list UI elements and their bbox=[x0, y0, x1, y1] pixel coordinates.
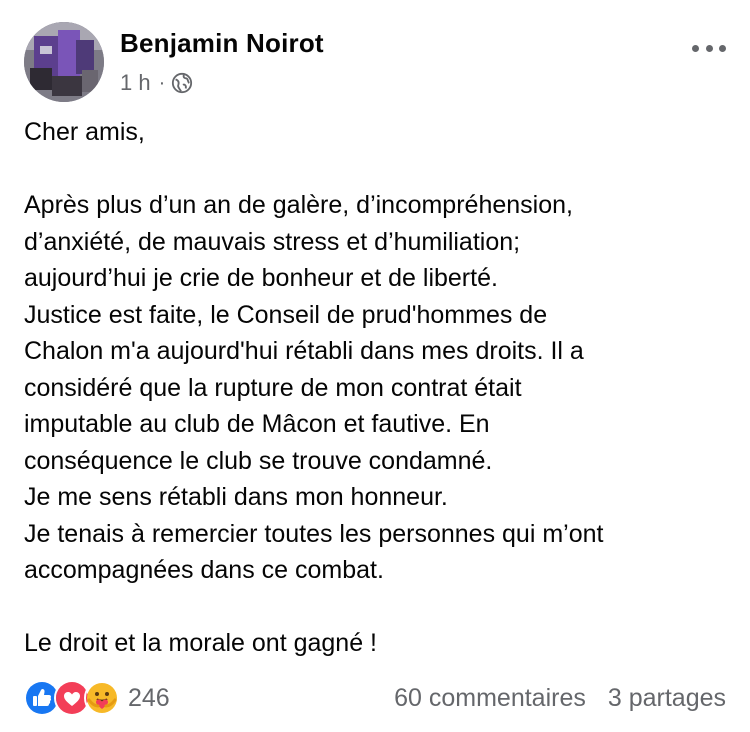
post-text-line: Cher amis, bbox=[24, 118, 145, 146]
post-text-line: Chalon m'a aujourd'hui rétabli dans mes … bbox=[24, 337, 584, 365]
meta-separator: · bbox=[158, 71, 166, 94]
author-name[interactable]: Benjamin Noirot bbox=[120, 28, 324, 59]
post-header: Benjamin Noirot 1 h · bbox=[24, 22, 726, 104]
post-text-line: Justice est faite, le Conseil de prud'ho… bbox=[24, 300, 548, 329]
post-meta: 1 h · bbox=[120, 68, 193, 98]
facebook-post: Benjamin Noirot 1 h · Cher amis, Après pl… bbox=[0, 0, 750, 732]
shares-link[interactable]: 3 partages bbox=[608, 684, 726, 713]
avatar[interactable] bbox=[24, 22, 104, 102]
post-text-line: Le droit et la morale ont gagné ! bbox=[24, 629, 378, 657]
reaction-count: 246 bbox=[128, 683, 170, 712]
comments-link[interactable]: 60 commentaires bbox=[394, 684, 586, 713]
post-timestamp[interactable]: 1 h bbox=[120, 70, 151, 96]
post-text-line: aujourd’hui je crie de bonheur et de lib… bbox=[24, 264, 498, 292]
post-text-line: Après plus d’un an de galère, d’incompré… bbox=[24, 191, 573, 219]
post-text-line: considéré que la rupture de mon contrat … bbox=[24, 373, 522, 402]
post-text-line: accompagnées dans ce combat. bbox=[24, 556, 384, 584]
engagement-stats: 60 commentaires 3 partages bbox=[394, 680, 726, 716]
more-dot-icon bbox=[692, 44, 699, 52]
reactions-summary[interactable]: 246 bbox=[24, 680, 170, 716]
more-dot-icon bbox=[705, 44, 713, 52]
avatar-image bbox=[24, 22, 104, 102]
more-dot-icon bbox=[719, 44, 726, 52]
more-options-button[interactable] bbox=[692, 36, 726, 60]
post-text-line: d’anxiété, de mauvais stress et d’humili… bbox=[24, 227, 521, 256]
post-text-line: conséquence le club se trouve condamné. bbox=[24, 446, 493, 475]
post-text-line: Je tenais à remercier toutes les personn… bbox=[24, 519, 604, 548]
globe-icon[interactable] bbox=[171, 72, 193, 94]
care-icon bbox=[84, 680, 120, 716]
post-text-line: Je me sens rétabli dans mon honneur. bbox=[24, 483, 448, 511]
post-body: Cher amis, Après plus d’un an de galère, … bbox=[24, 114, 730, 662]
post-text-line: imputable au club de Mâcon et fautive. E… bbox=[24, 410, 490, 438]
post-footer: 246 60 commentaires 3 partages bbox=[24, 676, 726, 720]
